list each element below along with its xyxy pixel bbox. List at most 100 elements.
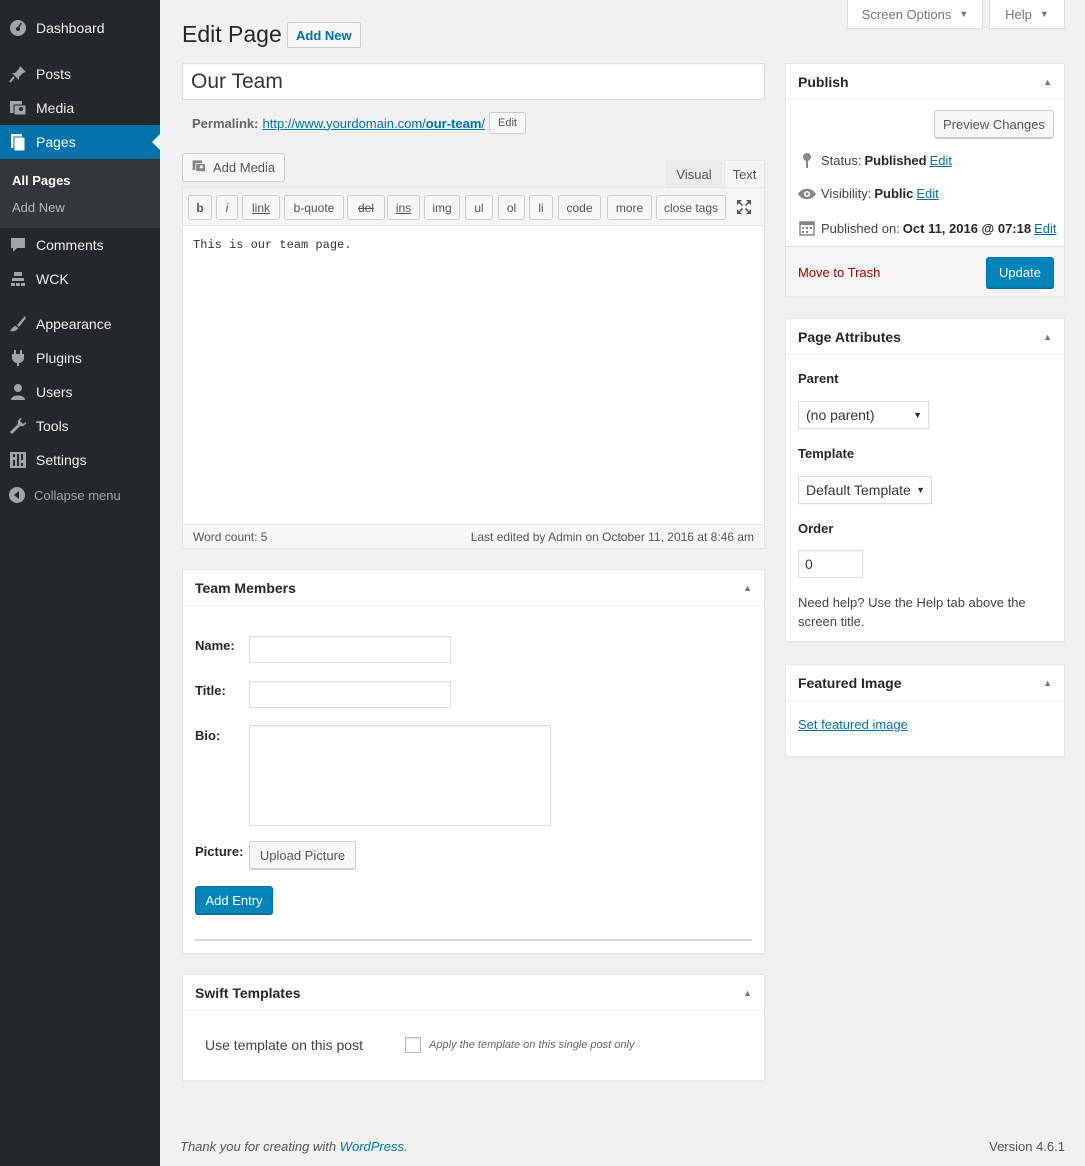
qt-bquote-button[interactable]: b-quote <box>284 195 344 220</box>
update-button[interactable]: Update <box>986 257 1054 288</box>
order-input[interactable] <box>798 550 863 578</box>
media-icon <box>0 98 36 118</box>
team-members-header[interactable]: Team Members ▲ <box>183 570 764 606</box>
permalink-link[interactable]: http://www.yourdomain.com/our-team/ <box>262 116 485 131</box>
post-title-input[interactable] <box>182 63 765 100</box>
menu-users[interactable]: Users <box>0 375 160 409</box>
publish-actions: Move to Trash Update <box>786 246 1064 296</box>
menu-pages[interactable]: Pages <box>0 125 160 159</box>
pages-icon <box>0 132 36 152</box>
paintbrush-icon <box>0 314 36 334</box>
collapse-arrow-icon[interactable]: ▲ <box>743 583 752 593</box>
tab-text[interactable]: Text <box>724 160 765 188</box>
tab-visual[interactable]: Visual <box>666 160 722 188</box>
edit-permalink-button[interactable]: Edit <box>489 112 526 134</box>
upload-picture-button[interactable]: Upload Picture <box>249 841 356 869</box>
published-on-row: Published on: Oct 11, 2016 @ 07:18 Edit <box>796 220 1057 236</box>
qt-ins-button[interactable]: ins <box>387 195 420 220</box>
caret-down-icon: ▼ <box>959 9 969 19</box>
collapse-arrow-icon[interactable]: ▲ <box>1043 77 1052 87</box>
wrench-icon <box>0 416 36 436</box>
visibility-row: Visibility: Public Edit <box>796 186 939 201</box>
featured-image-box: Featured Image ▲ Set featured image <box>785 664 1065 757</box>
pages-submenu: All Pages Add New <box>0 159 160 228</box>
divider <box>195 939 752 941</box>
quicktags-toolbar: b i link b-quote del ins img ul ol li co… <box>183 188 764 226</box>
word-count: Word count: 5 <box>193 529 268 544</box>
help-button[interactable]: Help ▼ <box>989 0 1065 29</box>
menu-plugins[interactable]: Plugins <box>0 341 160 375</box>
preview-changes-button[interactable]: Preview Changes <box>934 110 1054 138</box>
qt-bold-button[interactable]: b <box>188 195 212 220</box>
picture-label: Picture: <box>195 844 244 859</box>
comment-icon <box>0 235 36 255</box>
select-arrow-icon: ▼ <box>916 485 925 495</box>
publish-box: Publish ▲ Preview Changes Status: Publish… <box>785 63 1065 297</box>
admin-sidebar: Dashboard Posts Media Pages All Pages Ad… <box>0 0 160 1166</box>
menu-dashboard[interactable]: Dashboard <box>0 11 160 45</box>
set-featured-image-link[interactable]: Set featured image <box>798 717 908 732</box>
user-icon <box>0 382 36 402</box>
eye-icon <box>796 187 818 201</box>
text-editor: b i link b-quote del ins img ul ol li co… <box>182 187 765 549</box>
screen-options-button[interactable]: Screen Options ▼ <box>847 0 983 29</box>
qt-close-tags-button[interactable]: close tags <box>656 195 726 220</box>
page-attributes-box: Page Attributes ▲ Parent (no parent) ▼ Te… <box>785 318 1065 642</box>
qt-ul-button[interactable]: ul <box>465 195 493 220</box>
wck-icon <box>0 269 36 289</box>
name-label: Name: <box>195 638 235 653</box>
move-to-trash-link[interactable]: Move to Trash <box>798 265 880 280</box>
wordpress-link[interactable]: WordPress <box>340 1139 404 1154</box>
qt-code-button[interactable]: code <box>558 195 601 220</box>
submenu-add-new[interactable]: Add New <box>12 200 65 215</box>
parent-select[interactable]: (no parent) ▼ <box>798 401 929 429</box>
add-media-button[interactable]: Add Media <box>182 153 285 182</box>
template-select[interactable]: Default Template ▼ <box>798 476 932 504</box>
menu-comments[interactable]: Comments <box>0 228 160 262</box>
apply-template-checkbox[interactable] <box>405 1037 421 1053</box>
collapse-icon <box>0 486 34 504</box>
title-input[interactable] <box>249 681 451 708</box>
qt-italic-button[interactable]: i <box>216 195 238 220</box>
collapse-arrow-icon[interactable]: ▲ <box>743 988 752 998</box>
template-label: Template <box>798 446 855 461</box>
calendar-icon <box>796 220 818 236</box>
dashboard-icon <box>0 18 36 38</box>
name-input[interactable] <box>249 636 451 663</box>
bio-textarea[interactable] <box>249 725 551 826</box>
publish-header[interactable]: Publish ▲ <box>786 64 1064 100</box>
pin-icon <box>796 152 818 168</box>
add-new-button[interactable]: Add New <box>287 22 361 48</box>
apply-template-label: Apply the template on this single post o… <box>429 1039 635 1051</box>
add-entry-button[interactable]: Add Entry <box>195 886 273 914</box>
editor-textarea[interactable]: This is our team page. <box>193 238 351 252</box>
collapse-arrow-icon[interactable]: ▲ <box>1043 678 1052 688</box>
media-icon <box>191 158 207 177</box>
permalink: Permalink: http://www.yourdomain.com/our… <box>192 112 526 134</box>
menu-posts[interactable]: Posts <box>0 57 160 91</box>
menu-media[interactable]: Media <box>0 91 160 125</box>
edit-visibility-link[interactable]: Edit <box>916 186 938 201</box>
menu-tools[interactable]: Tools <box>0 409 160 443</box>
collapse-arrow-icon[interactable]: ▲ <box>1043 332 1052 342</box>
menu-wck[interactable]: WCK <box>0 262 160 296</box>
fullscreen-icon[interactable] <box>735 198 753 216</box>
featured-image-header[interactable]: Featured Image ▲ <box>786 665 1064 701</box>
menu-settings[interactable]: Settings <box>0 443 160 477</box>
team-members-box: Team Members ▲ Name: Title: Bio: Picture… <box>182 569 765 954</box>
swift-templates-header[interactable]: Swift Templates ▲ <box>183 975 764 1011</box>
page-attributes-header[interactable]: Page Attributes ▲ <box>786 319 1064 355</box>
collapse-menu[interactable]: Collapse menu <box>0 483 160 507</box>
settings-icon <box>0 450 36 470</box>
qt-ol-button[interactable]: ol <box>498 195 525 220</box>
status-row: Status: Published Edit <box>796 152 952 168</box>
qt-del-button[interactable]: del <box>347 195 385 220</box>
menu-appearance[interactable]: Appearance <box>0 307 160 341</box>
edit-status-link[interactable]: Edit <box>930 153 952 168</box>
edit-date-link[interactable]: Edit <box>1034 221 1056 236</box>
qt-link-button[interactable]: link <box>242 195 280 220</box>
qt-more-button[interactable]: more <box>607 195 652 220</box>
submenu-all-pages[interactable]: All Pages <box>12 173 71 188</box>
qt-img-button[interactable]: img <box>424 195 460 220</box>
qt-li-button[interactable]: li <box>529 195 553 220</box>
